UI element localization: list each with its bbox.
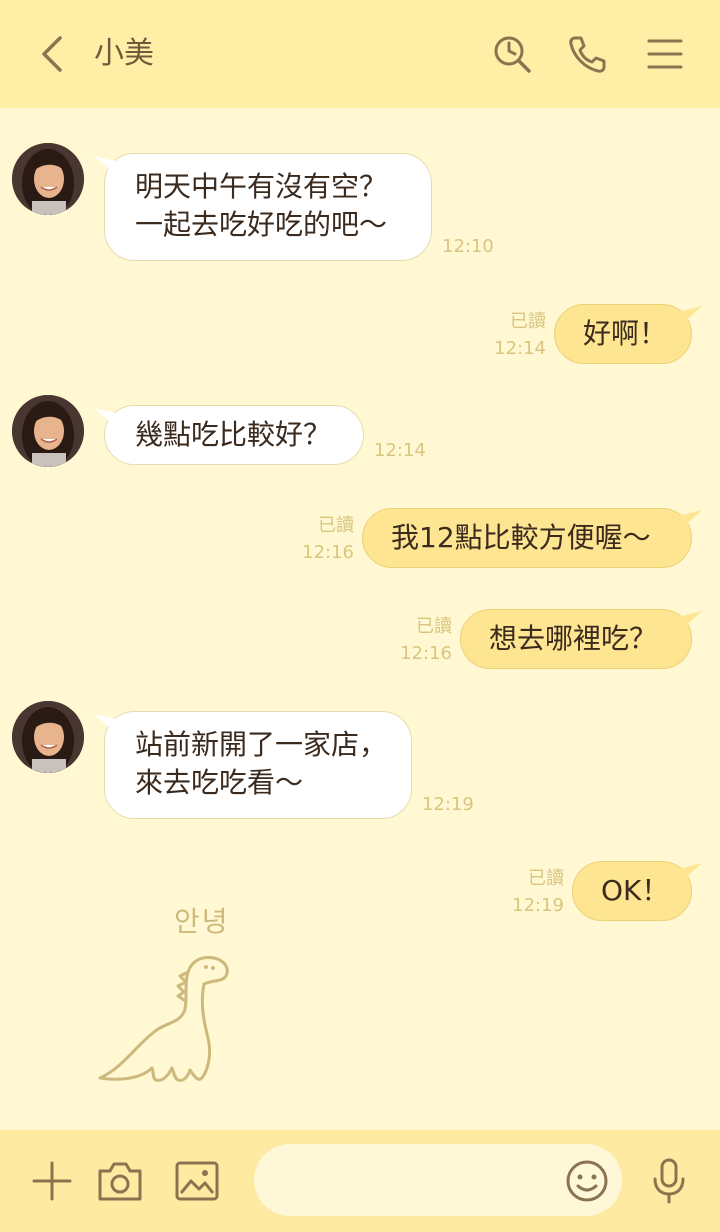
message-input-bar	[0, 1130, 720, 1232]
phone-icon[interactable]	[565, 32, 609, 76]
bubble-tail-icon	[94, 714, 120, 732]
read-receipt: 已讀	[510, 311, 546, 332]
message-time: 12:19	[422, 794, 474, 815]
back-icon[interactable]	[30, 32, 74, 76]
contact-avatar[interactable]	[12, 143, 84, 215]
message-line: 來去吃吃看～	[135, 766, 304, 799]
avatar-photo-icon	[12, 143, 84, 215]
message-line: 想去哪裡吃？	[489, 622, 658, 655]
message-time: 12:10	[442, 236, 494, 257]
message-line: OK！	[601, 874, 670, 907]
outgoing-message-bubble[interactable]: OK！	[572, 861, 692, 921]
bubble-tail-icon	[678, 510, 702, 528]
incoming-message-bubble[interactable]: 幾點吃比較好？	[104, 405, 364, 465]
search-icon[interactable]	[490, 32, 534, 76]
message-line: 好啊！	[583, 317, 668, 350]
microphone-icon[interactable]	[645, 1157, 693, 1205]
incoming-message-bubble[interactable]: 站前新開了一家店， 來去吃吃看～	[104, 711, 412, 819]
message-line: 幾點吃比較好？	[135, 418, 332, 451]
menu-icon[interactable]	[643, 32, 687, 76]
avatar-photo-icon	[12, 395, 84, 467]
read-receipt: 已讀	[528, 868, 564, 889]
bubble-tail-icon	[94, 408, 120, 426]
read-receipt: 已讀	[318, 515, 354, 536]
avatar-photo-icon	[12, 701, 84, 773]
emoji-icon[interactable]	[563, 1157, 611, 1205]
bubble-tail-icon	[94, 156, 120, 174]
chat-header: 小美	[0, 0, 720, 108]
contact-avatar[interactable]	[12, 395, 84, 467]
message-line: 明天中午有沒有空？	[135, 170, 388, 203]
message-time: 12:16	[302, 542, 354, 563]
sticker-text: 안녕	[174, 905, 230, 938]
message-line: 我12點比較方便喔～	[391, 521, 651, 554]
contact-avatar[interactable]	[12, 701, 84, 773]
outgoing-message-bubble[interactable]: 我12點比較方便喔～	[362, 508, 692, 568]
dinosaur-sticker[interactable]	[92, 950, 242, 1090]
camera-icon[interactable]	[96, 1157, 144, 1205]
outgoing-message-bubble[interactable]: 好啊！	[554, 304, 692, 364]
incoming-message-bubble[interactable]: 明天中午有沒有空？ 一起去吃好吃的吧～	[104, 153, 432, 261]
bubble-tail-icon	[678, 863, 702, 881]
bubble-tail-icon	[678, 611, 702, 629]
message-line: 一起去吃好吃的吧～	[135, 208, 388, 241]
message-time: 12:14	[494, 338, 546, 359]
outgoing-message-bubble[interactable]: 想去哪裡吃？	[460, 609, 692, 669]
message-time: 12:19	[512, 895, 564, 916]
message-time: 12:14	[374, 440, 426, 461]
contact-name: 小美	[94, 36, 154, 71]
message-line: 站前新開了一家店，	[135, 728, 388, 761]
read-receipt: 已讀	[416, 616, 452, 637]
message-time: 12:16	[400, 643, 452, 664]
plus-icon[interactable]	[28, 1157, 76, 1205]
bubble-tail-icon	[678, 306, 702, 324]
image-icon[interactable]	[173, 1157, 221, 1205]
